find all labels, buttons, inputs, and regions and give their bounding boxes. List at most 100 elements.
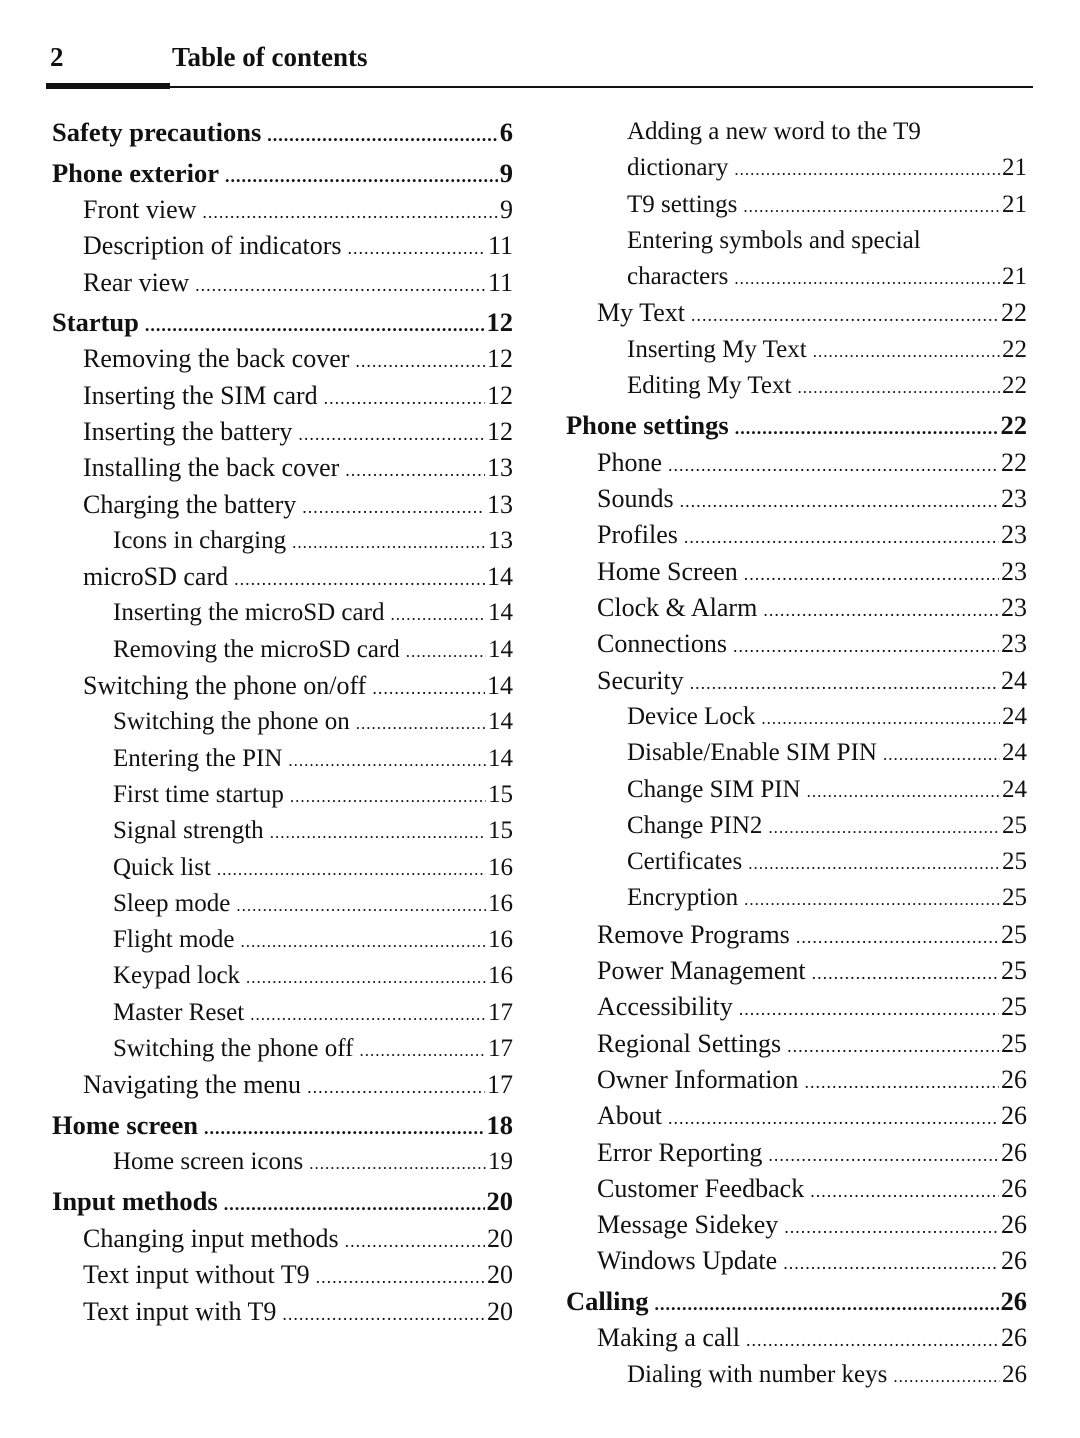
toc-section[interactable]: Startup 12: [52, 304, 513, 342]
toc-entry[interactable]: Sleep mode 16: [52, 886, 513, 922]
toc-entry[interactable]: Front view 9: [52, 192, 513, 228]
toc-entry[interactable]: T9 settings 21: [566, 187, 1027, 223]
toc-entry[interactable]: Inserting the SIM card 12: [52, 378, 513, 414]
toc-entry[interactable]: Description of indicators 11: [52, 228, 513, 264]
dot-leader: [316, 1259, 485, 1293]
dot-leader: [390, 597, 486, 631]
dot-leader: [680, 483, 999, 517]
dot-leader: [744, 556, 999, 590]
toc-entry-label: Error Reporting: [597, 1137, 763, 1167]
toc-entry[interactable]: Editing My Text 22: [566, 368, 1027, 404]
toc-entry[interactable]: Changing input methods 20: [52, 1221, 513, 1257]
toc-entry[interactable]: Device Lock 24: [566, 699, 1027, 735]
toc-entry[interactable]: Change SIM PIN 24: [566, 772, 1027, 808]
toc-entry[interactable]: Accessibility 25: [566, 989, 1027, 1025]
toc-entry[interactable]: Signal strength 15: [52, 813, 513, 849]
dot-leader: [761, 701, 1000, 735]
toc-entry[interactable]: Dialing with number keys 26: [566, 1357, 1027, 1393]
toc-entry[interactable]: Windows Update 26: [566, 1243, 1027, 1279]
toc-section[interactable]: Phone exterior 9: [52, 155, 513, 193]
toc-entry[interactable]: Charging the battery 13: [52, 487, 513, 523]
toc-entry[interactable]: Switching the phone on 14: [52, 704, 513, 740]
toc-entry[interactable]: Switching the phone off 17: [52, 1031, 513, 1067]
toc-entry[interactable]: Rear view 11: [52, 265, 513, 301]
dot-leader: [348, 230, 486, 264]
dot-leader: [355, 343, 485, 377]
toc-entry[interactable]: Home screen icons 19: [52, 1144, 513, 1180]
toc-entry-label: Making a call: [597, 1323, 740, 1353]
toc-entry[interactable]: Quick list 16: [52, 850, 513, 886]
toc-entry[interactable]: dictionary 21: [566, 150, 1027, 186]
toc-entry[interactable]: Entering the PIN 14: [52, 741, 513, 777]
toc-entry[interactable]: characters 21: [566, 259, 1027, 295]
toc-entry[interactable]: Profiles 23: [566, 517, 1027, 553]
toc-entry[interactable]: About 26: [566, 1098, 1027, 1134]
toc-entry-label: Regional Settings: [597, 1028, 782, 1058]
toc-entry[interactable]: Removing the microSD card 14: [52, 632, 513, 668]
toc-entry[interactable]: Change PIN2 25: [566, 808, 1027, 844]
toc-section[interactable]: Safety precautions 6: [52, 114, 513, 152]
toc-page-number: 25: [1002, 848, 1027, 876]
toc-entry[interactable]: My Text 22: [566, 295, 1027, 331]
page-title: Table of contents: [172, 42, 368, 72]
toc-page-number: 14: [487, 671, 513, 701]
toc-entry-label: Calling: [566, 1285, 649, 1316]
toc-entry[interactable]: Home Screen 23: [566, 554, 1027, 590]
toc-entry[interactable]: Security 24: [566, 663, 1027, 699]
toc-entry-label: Message Sidekey: [597, 1210, 779, 1240]
toc-entry[interactable]: Text input with T9 20: [52, 1294, 513, 1330]
toc-entry[interactable]: Text input without T9 20: [52, 1257, 513, 1293]
toc-entry[interactable]: microSD card 14: [52, 559, 513, 595]
toc-page-number: 23: [1001, 484, 1027, 514]
toc-entry-label: Master Reset: [113, 998, 245, 1026]
toc-entry[interactable]: Regional Settings 25: [566, 1026, 1027, 1062]
toc-entry[interactable]: Master Reset 17: [52, 995, 513, 1031]
toc-entry[interactable]: Switching the phone on/off 14: [52, 668, 513, 704]
toc-entry[interactable]: Sounds 23: [566, 481, 1027, 517]
toc-section[interactable]: Home screen 18: [52, 1107, 513, 1145]
toc-entry-label: Front view: [83, 195, 197, 224]
toc-section[interactable]: Input methods 20: [52, 1183, 513, 1221]
dot-leader: [768, 1137, 999, 1171]
toc-entry-label: Windows Update: [597, 1246, 778, 1276]
toc-entry-wrapped-line[interactable]: Adding a new word to the T9: [566, 114, 1027, 150]
toc-entry[interactable]: Flight mode 16: [52, 922, 513, 958]
toc-entry-wrapped-line[interactable]: Entering symbols and special: [566, 223, 1027, 259]
toc-entry[interactable]: Message Sidekey 26: [566, 1207, 1027, 1243]
dot-leader: [684, 519, 999, 553]
dot-leader: [668, 1100, 999, 1134]
toc-entry[interactable]: Disable/Enable SIM PIN 24: [566, 735, 1027, 771]
toc-entry[interactable]: Installing the back cover 13: [52, 450, 513, 486]
toc-entry[interactable]: Encryption 25: [566, 880, 1027, 916]
toc-entry[interactable]: First time startup 15: [52, 777, 513, 813]
toc-entry[interactable]: Inserting the microSD card 14: [52, 595, 513, 631]
toc-entry[interactable]: Remove Programs 25: [566, 917, 1027, 953]
toc-entry[interactable]: Connections 23: [566, 626, 1027, 662]
toc-entry-label: Flight mode: [113, 926, 235, 954]
dot-leader: [270, 815, 486, 849]
dot-leader: [787, 1028, 999, 1062]
toc-section[interactable]: Phone settings 22: [566, 407, 1027, 445]
toc-entry[interactable]: Error Reporting 26: [566, 1135, 1027, 1171]
toc-entry-label: Description of indicators: [83, 231, 342, 261]
dot-leader: [204, 1110, 485, 1145]
toc-entry[interactable]: Keypad lock 16: [52, 958, 513, 994]
toc-entry-label: microSD card: [83, 562, 229, 592]
toc-entry[interactable]: Icons in charging 13: [52, 523, 513, 559]
toc-entry[interactable]: Inserting My Text 22: [566, 332, 1027, 368]
toc-entry[interactable]: Power Management 25: [566, 953, 1027, 989]
toc-entry[interactable]: Making a call 26: [566, 1320, 1027, 1356]
dot-leader: [250, 997, 486, 1031]
toc-entry[interactable]: Navigating the menu 17: [52, 1067, 513, 1103]
dot-leader: [298, 416, 485, 450]
toc-entry[interactable]: Inserting the battery 12: [52, 414, 513, 450]
page-header: 2 Table of contents: [46, 40, 1033, 90]
toc-entry[interactable]: Phone 22: [566, 445, 1027, 481]
toc-entry[interactable]: Clock & Alarm 23: [566, 590, 1027, 626]
toc-entry[interactable]: Owner Information 26: [566, 1062, 1027, 1098]
toc-entry[interactable]: Customer Feedback 26: [566, 1171, 1027, 1207]
toc-entry[interactable]: Certificates 25: [566, 844, 1027, 880]
toc-entry[interactable]: Removing the back cover 12: [52, 341, 513, 377]
toc-section[interactable]: Calling 26: [566, 1283, 1027, 1321]
toc-page-number: 25: [1002, 884, 1027, 912]
